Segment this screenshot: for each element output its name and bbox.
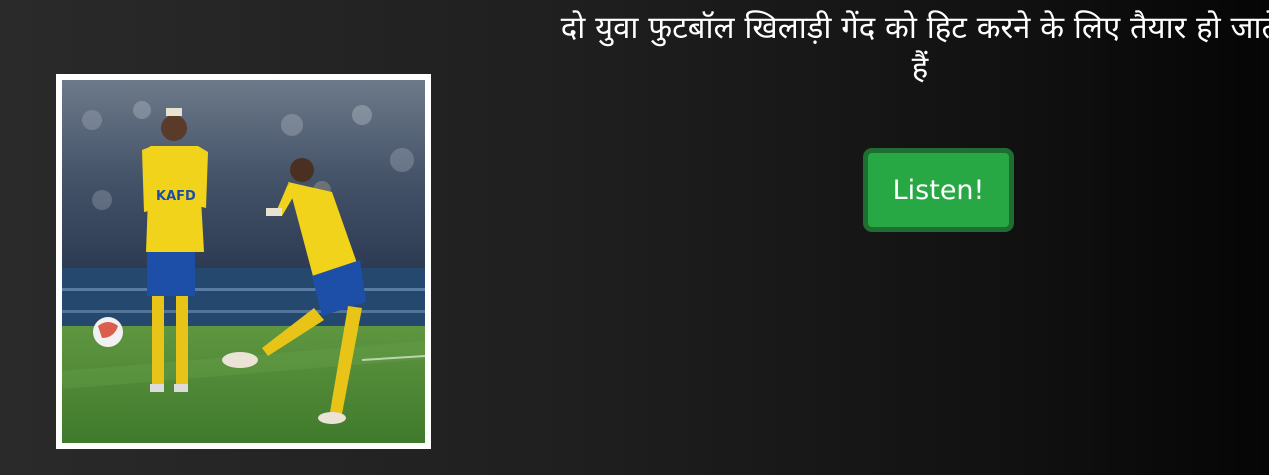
image-caption: दो युवा फुटबॉल खिलाड़ी गेंद को हिट करने … (560, 10, 1269, 86)
football-photo-image: KAFD (62, 80, 425, 443)
shirt-text: KAFD (156, 189, 196, 204)
listen-button[interactable]: Listen! (863, 148, 1014, 232)
football-photo: KAFD (56, 74, 431, 449)
